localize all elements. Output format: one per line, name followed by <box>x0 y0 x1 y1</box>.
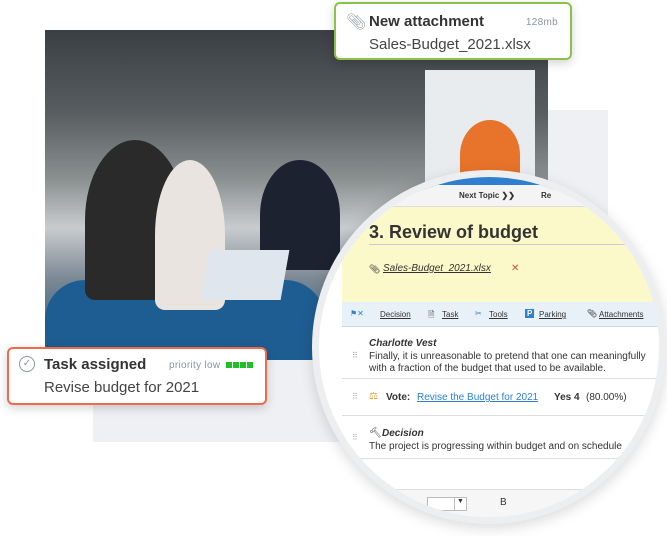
task-name[interactable]: Revise budget for 2021 <box>44 379 199 396</box>
attachment-link[interactable]: Sales-Budget_2021.xlsx <box>383 263 491 274</box>
file-name[interactable]: Sales-Budget_2021.xlsx <box>369 36 531 53</box>
drag-handle-icon[interactable]: ⠿ <box>352 351 358 360</box>
drag-handle-icon[interactable]: ⠿ <box>352 433 358 442</box>
vote-percentage: (80.00%) <box>586 392 627 403</box>
toolbar-tools[interactable]: Tools <box>489 310 508 319</box>
chevron-down-icon: ▼ <box>454 498 466 510</box>
paperclip-icon: 📎︎ <box>369 264 381 274</box>
scales-icon: ⚖ <box>369 391 378 402</box>
decision-label: Decision <box>382 428 424 439</box>
topic-title: 3. Review of budget <box>369 222 539 242</box>
nav-item[interactable]: Re <box>541 191 551 200</box>
card-title: Task assigned <box>44 356 147 373</box>
toolbar-attachments[interactable]: Attachments <box>599 310 643 319</box>
task-icon: 🗎︎ <box>428 310 435 319</box>
comment-row: ⠿ Charlotte Vest Finally, it is unreason… <box>342 328 659 379</box>
topic-nav: Previous Topic Next Topic ❯❯ Re <box>330 185 659 207</box>
next-topic-button[interactable]: Next Topic ❯❯ <box>459 191 515 200</box>
decision-icon: ⚑✕ <box>350 309 364 318</box>
parking-icon: P <box>525 309 535 318</box>
gavel-icon: 🔨︎ <box>369 428 382 439</box>
paperclip-icon: 📎︎ <box>587 309 598 318</box>
vote-label: Vote: <box>386 392 411 403</box>
previous-topic-button[interactable]: Previous Topic <box>350 191 407 200</box>
bottom-bar: ▼ B <box>342 489 659 517</box>
remove-attachment-icon[interactable]: ✕ <box>511 263 519 274</box>
magnifier: Previous Topic Next Topic ❯❯ Re 3. Revie… <box>312 170 666 524</box>
file-size: 128mb <box>525 17 558 28</box>
decision-text: The project is progressing within budget… <box>369 441 622 452</box>
new-attachment-card[interactable]: 📎︎ New attachment 128mb Sales-Budget_202… <box>334 2 572 60</box>
comment-author: Charlotte Vest <box>369 338 437 349</box>
bottom-button[interactable]: B <box>500 497 507 508</box>
priority-label: priority low <box>169 360 221 371</box>
vote-link[interactable]: Revise the Budget for 2021 <box>417 392 538 403</box>
vote-row: ⠿ ⚖ Vote: Revise the Budget for 2021 Yes… <box>342 380 659 416</box>
comment-text: Finally, it is unreasonable to pretend t… <box>369 351 646 362</box>
toolbar-parking[interactable]: Parking <box>539 310 566 319</box>
comment-text: with a fraction of the budget that used … <box>369 363 606 374</box>
dropdown[interactable]: ▼ <box>427 497 467 511</box>
toolbar-task[interactable]: Task <box>442 310 458 319</box>
priority-bars <box>226 362 254 368</box>
vote-yes: Yes 4 <box>554 392 580 403</box>
decision-row: ⠿ 🔨︎ Decision The project is progressing… <box>342 417 659 459</box>
paperclip-icon: 📎︎ <box>346 14 367 31</box>
toolbar: ⚑✕ Decision 🗎︎ Task ✂︎ Tools P Parking 📎… <box>342 302 659 327</box>
check-circle-icon: ✓ <box>19 356 35 372</box>
topic-header: 3. Review of budget 📎︎ Sales-Budget_2021… <box>342 207 659 302</box>
drag-handle-icon[interactable]: ⠿ <box>352 392 358 401</box>
toolbar-decision[interactable]: Decision <box>380 310 411 319</box>
card-title: New attachment <box>369 13 485 30</box>
task-assigned-card[interactable]: ✓ Task assigned priority low Revise budg… <box>7 347 267 405</box>
tools-icon: ✂︎ <box>475 309 482 318</box>
laptop <box>200 250 290 300</box>
